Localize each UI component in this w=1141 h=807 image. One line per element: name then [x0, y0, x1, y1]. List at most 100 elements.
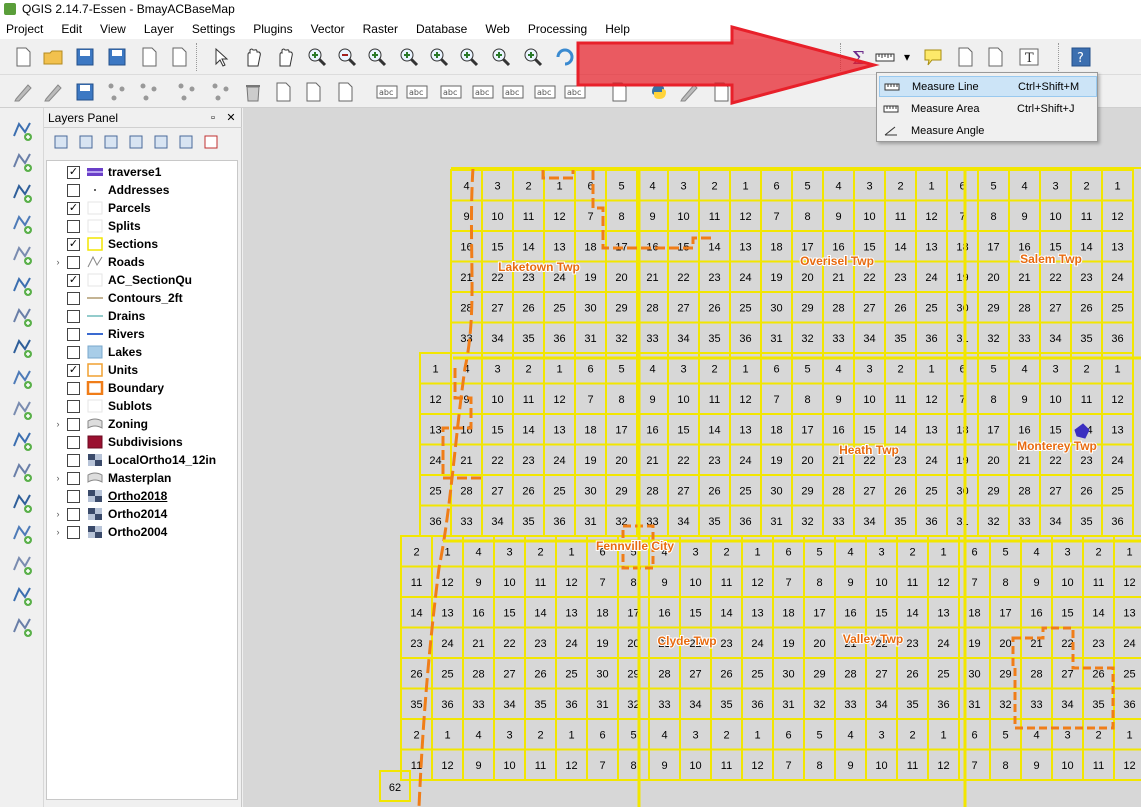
layer-visibility-checkbox[interactable] — [67, 183, 80, 197]
add-wfs-layer-icon[interactable] — [8, 395, 36, 423]
float-panel-icon[interactable]: ▫ — [206, 111, 220, 125]
new-bookmark-icon[interactable] — [952, 44, 978, 70]
new-project-icon[interactable] — [10, 44, 36, 70]
layer-visibility-checkbox[interactable]: ✓ — [67, 237, 80, 251]
expand-chevron-icon[interactable]: › — [53, 509, 63, 519]
add-vector-layer-icon[interactable] — [8, 116, 36, 144]
zoom-selection-icon[interactable] — [426, 44, 452, 70]
layer-row[interactable]: Addresses — [47, 181, 237, 199]
highlight-pinned-labels-icon[interactable]: abc — [438, 79, 464, 105]
layer-visibility-checkbox[interactable] — [67, 381, 80, 395]
layer-visibility-checkbox[interactable] — [67, 507, 80, 521]
layer-row[interactable]: Drains — [47, 307, 237, 325]
paste-features-icon[interactable] — [332, 79, 358, 105]
menu-vector[interactable]: Vector — [311, 22, 345, 36]
layer-visibility-checkbox[interactable] — [67, 291, 80, 305]
menu-layer[interactable]: Layer — [144, 22, 174, 36]
composer-manager-icon[interactable] — [166, 44, 192, 70]
map-tips-icon[interactable] — [920, 44, 946, 70]
new-print-composer-icon[interactable] — [136, 44, 162, 70]
refresh-icon[interactable] — [552, 44, 578, 70]
layer-row[interactable]: › Ortho2014 — [47, 505, 237, 523]
measure-angle-menu-item[interactable]: Measure Angle — [879, 120, 1097, 141]
menu-web[interactable]: Web — [485, 22, 509, 36]
layer-visibility-checkbox[interactable] — [67, 525, 80, 539]
pan-map-icon[interactable] — [240, 44, 266, 70]
new-shapefile-icon[interactable] — [8, 488, 36, 516]
filter-legend-icon[interactable] — [100, 131, 122, 153]
layer-visibility-checkbox[interactable]: ✓ — [67, 363, 80, 377]
add-virtual-layer-icon[interactable] — [8, 457, 36, 485]
measure-line-icon[interactable] — [872, 44, 898, 70]
cut-features-icon[interactable] — [270, 79, 296, 105]
add-wms-layer-icon[interactable] — [8, 333, 36, 361]
python-console-icon[interactable] — [646, 79, 672, 105]
menu-view[interactable]: View — [100, 22, 126, 36]
layer-row[interactable]: ✓ Parcels — [47, 199, 237, 217]
measure-dropdown-chevron-icon[interactable]: ▾ — [900, 44, 914, 70]
expand-all-icon[interactable] — [150, 131, 172, 153]
layer-visibility-checkbox[interactable] — [67, 453, 80, 467]
georeferencer-icon[interactable] — [676, 79, 702, 105]
layer-row[interactable]: Contours_2ft — [47, 289, 237, 307]
zoom-next-icon[interactable] — [520, 44, 546, 70]
layer-row[interactable]: ✓ Sections — [47, 235, 237, 253]
manage-visibility-icon[interactable] — [75, 131, 97, 153]
add-db2-layer-icon[interactable] — [8, 302, 36, 330]
add-postgis-layer-icon[interactable] — [8, 178, 36, 206]
show-bookmarks-icon[interactable] — [982, 44, 1008, 70]
show-hide-labels-icon[interactable]: abc — [500, 79, 526, 105]
zoom-in-icon[interactable] — [304, 44, 330, 70]
add-raster-layer-icon[interactable] — [8, 147, 36, 175]
copy-features-icon[interactable] — [300, 79, 326, 105]
add-group-icon[interactable] — [50, 131, 72, 153]
delete-selected-icon[interactable] — [240, 79, 266, 105]
save-project-icon[interactable] — [72, 44, 98, 70]
layer-row[interactable]: ✓ AC_SectionQu — [47, 271, 237, 289]
new-gpx-icon[interactable] — [8, 550, 36, 578]
pan-to-selection-icon[interactable] — [272, 44, 298, 70]
move-feature-icon[interactable] — [136, 79, 162, 105]
menu-edit[interactable]: Edit — [61, 22, 82, 36]
add-wcs-layer-icon[interactable] — [8, 364, 36, 392]
add-delimited-text-icon[interactable] — [8, 426, 36, 454]
layer-row[interactable]: › Roads — [47, 253, 237, 271]
layer-visibility-checkbox[interactable]: ✓ — [67, 201, 80, 215]
undo-icon[interactable] — [208, 79, 234, 105]
layer-visibility-checkbox[interactable] — [67, 309, 80, 323]
layer-visibility-checkbox[interactable] — [67, 255, 80, 269]
current-edits-icon[interactable] — [10, 79, 36, 105]
zoom-full-icon[interactable] — [396, 44, 422, 70]
layer-visibility-checkbox[interactable] — [67, 435, 80, 449]
expand-chevron-icon[interactable]: › — [53, 527, 63, 537]
layer-visibility-checkbox[interactable] — [67, 399, 80, 413]
menu-database[interactable]: Database — [416, 22, 467, 36]
zoom-last-icon[interactable] — [488, 44, 514, 70]
layer-visibility-checkbox[interactable] — [67, 345, 80, 359]
layer-visibility-checkbox[interactable] — [67, 489, 80, 503]
layer-row[interactable]: Subdivisions — [47, 433, 237, 451]
move-label-icon[interactable]: abc — [532, 79, 558, 105]
add-oracle-layer-icon[interactable] — [8, 271, 36, 299]
layer-row[interactable]: Lakes — [47, 343, 237, 361]
save-edits-icon[interactable] — [72, 79, 98, 105]
pin-labels-icon[interactable]: abc — [470, 79, 496, 105]
add-spatialite-layer-icon[interactable] — [8, 209, 36, 237]
expand-chevron-icon[interactable]: › — [53, 473, 63, 483]
filter-expression-icon[interactable] — [125, 131, 147, 153]
collapse-all-icon[interactable] — [175, 131, 197, 153]
measure-area-menu-item[interactable]: Measure Area Ctrl+Shift+J — [879, 98, 1097, 119]
add-mssql-layer-icon[interactable] — [8, 240, 36, 268]
close-panel-icon[interactable]: ✕ — [224, 111, 238, 125]
layer-row[interactable]: Sublots — [47, 397, 237, 415]
csw-icon[interactable] — [606, 79, 632, 105]
layer-visibility-checkbox[interactable] — [67, 219, 80, 233]
select-tool-icon[interactable] — [208, 44, 234, 70]
layer-row[interactable]: Boundary — [47, 379, 237, 397]
layer-row[interactable]: Splits — [47, 217, 237, 235]
map-canvas[interactable]: 4 3 2 1 6 5 4 3 2 1 6 5 4 3 2 1 6 5 4 3 2 1 9 10 11 12 7 8 9 10 11 12 7 8… — [243, 108, 1141, 807]
menu-project[interactable]: Project — [6, 22, 43, 36]
zoom-native-icon[interactable] — [364, 44, 390, 70]
layer-visibility-checkbox[interactable]: ✓ — [67, 165, 80, 179]
expand-chevron-icon[interactable]: › — [53, 257, 63, 267]
